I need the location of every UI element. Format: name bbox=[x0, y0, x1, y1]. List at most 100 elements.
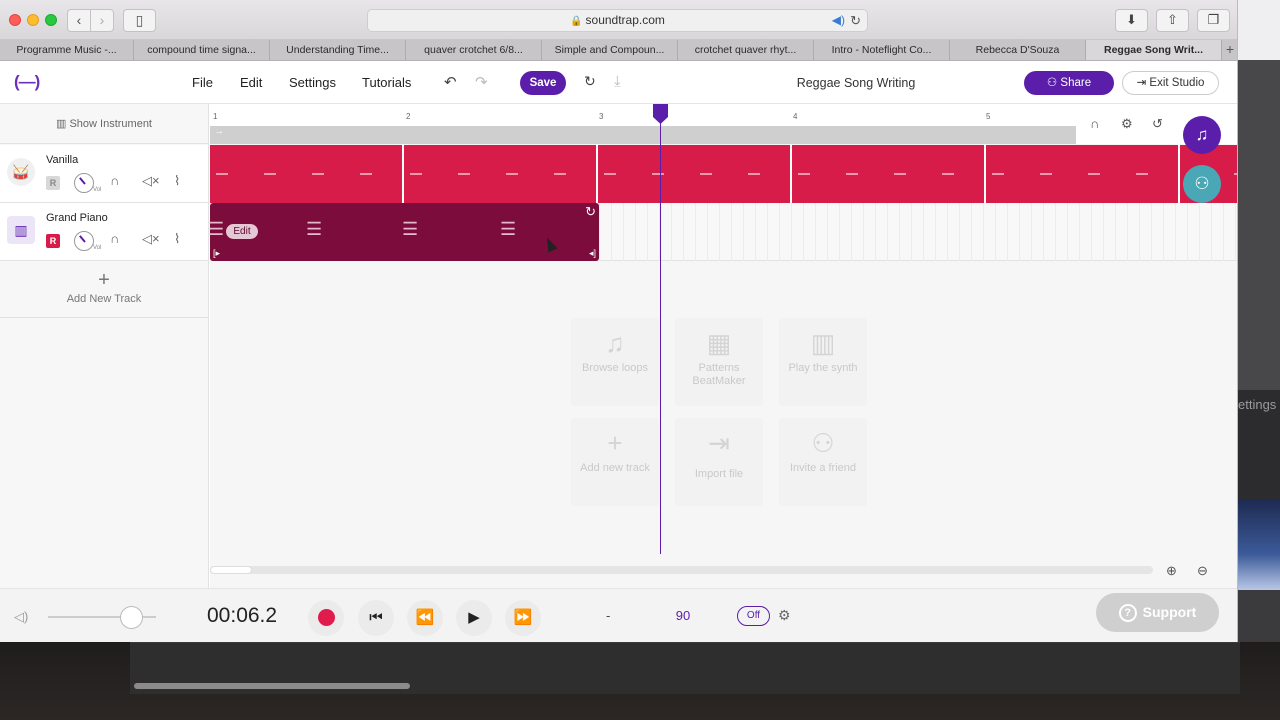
export-download-icon[interactable]: ⤓ bbox=[614, 73, 621, 90]
browser-tab[interactable]: Simple and Compoun... bbox=[542, 40, 678, 60]
track-header-vanilla[interactable]: 🥁 Vanilla R Vol ∩ ◁× ⌇ bbox=[0, 145, 208, 203]
menu-edit[interactable]: Edit bbox=[240, 75, 262, 90]
loop-toggle-icon[interactable]: ↺ bbox=[1152, 116, 1163, 132]
menu-tutorials[interactable]: Tutorials bbox=[362, 75, 411, 90]
browser-tab[interactable]: compound time signa... bbox=[134, 40, 270, 60]
revert-icon[interactable]: ↻ bbox=[584, 73, 596, 90]
fast-forward-icon: ⏩ bbox=[513, 609, 533, 626]
automation-icon[interactable]: ⌇ bbox=[174, 231, 180, 247]
browser-tab[interactable]: Understanding Time... bbox=[270, 40, 406, 60]
import-file-card[interactable]: ⇥ Import file bbox=[675, 418, 763, 506]
automation-icon[interactable]: ⌇ bbox=[174, 173, 180, 189]
tabs-overview-button[interactable]: ❐ bbox=[1197, 9, 1230, 32]
region-note-bars: ☰ bbox=[402, 219, 419, 239]
new-tab-button[interactable]: + bbox=[1222, 40, 1237, 60]
region-start-handle[interactable]: [▸ bbox=[213, 248, 220, 259]
volume-knob[interactable] bbox=[74, 173, 94, 193]
track-name[interactable]: Grand Piano bbox=[46, 212, 108, 224]
rewind-button[interactable]: ⏪ bbox=[407, 600, 443, 636]
save-button[interactable]: Save bbox=[520, 71, 566, 95]
add-new-track-button[interactable]: + Add New Track bbox=[0, 260, 208, 318]
fast-forward-button[interactable]: ⏩ bbox=[505, 600, 541, 636]
region-loop-icon[interactable]: ↻ bbox=[585, 204, 596, 220]
minimize-window-button[interactable] bbox=[27, 14, 39, 26]
browser-tab[interactable]: Reggae Song Writ... bbox=[1086, 40, 1222, 60]
waveform-dash bbox=[1040, 173, 1052, 175]
timeline-ruler[interactable]: 1 2 3 4 5 → ∩ ⚙ ↺ bbox=[210, 104, 1237, 144]
undo-icon[interactable]: ↶ bbox=[444, 73, 457, 91]
track-lane-vanilla[interactable] bbox=[210, 145, 1237, 203]
midi-region[interactable]: ☰ ☰ ☰ ☰ Edit ↻ [▸ ◂] bbox=[208, 203, 599, 261]
reload-icon[interactable]: ↻ bbox=[850, 10, 861, 31]
address-bar[interactable]: 🔒 soundtrap.com ◀) ↻ bbox=[367, 9, 868, 32]
bpm-display[interactable]: 90 bbox=[668, 608, 698, 623]
loop-region-bar[interactable]: → bbox=[210, 126, 1076, 144]
audio-region-segment[interactable] bbox=[210, 145, 404, 203]
track-header-grand-piano[interactable]: ▥ Grand Piano R Vol ∩ ◁× ⌇ bbox=[0, 203, 208, 261]
soundtrap-logo[interactable]: (—) bbox=[14, 72, 40, 92]
help-icon: ? bbox=[1118, 604, 1137, 623]
region-edit-button[interactable]: Edit bbox=[226, 224, 258, 239]
browser-tab[interactable]: Intro - Noteflight Co... bbox=[814, 40, 950, 60]
keyboard-icon: ▥ bbox=[56, 118, 70, 130]
audio-region-segment[interactable] bbox=[598, 145, 792, 203]
waveform-dash bbox=[700, 173, 712, 175]
patterns-beatmaker-card[interactable]: ▦ Patterns BeatMaker bbox=[675, 318, 763, 406]
headphones-icon[interactable]: ∩ bbox=[110, 173, 119, 188]
share-button[interactable]: ⚇ Share bbox=[1024, 71, 1114, 95]
headphones-icon[interactable]: ∩ bbox=[110, 231, 119, 246]
desktop-scrollbar[interactable] bbox=[134, 683, 410, 689]
speaker-icon[interactable]: ◀) bbox=[832, 10, 845, 31]
show-instrument-button[interactable]: ▥ Show Instrument bbox=[0, 104, 208, 144]
browser-tab[interactable]: quaver crotchet 6/8... bbox=[406, 40, 542, 60]
invite-friend-card[interactable]: ⚇ Invite a friend bbox=[779, 418, 867, 506]
mute-icon[interactable]: ◁× bbox=[142, 231, 160, 247]
menu-settings[interactable]: Settings bbox=[289, 75, 336, 90]
key-display[interactable]: - bbox=[606, 608, 610, 623]
add-new-track-card[interactable]: + Add new track bbox=[571, 418, 659, 506]
downloads-button[interactable]: ⬇ bbox=[1115, 9, 1148, 32]
close-window-button[interactable] bbox=[9, 14, 21, 26]
browser-tab[interactable]: crotchet quaver rhyt... bbox=[678, 40, 814, 60]
metronome-toggle[interactable]: Off bbox=[737, 606, 770, 626]
timeline-scrollbar[interactable] bbox=[210, 566, 1153, 574]
gear-icon[interactable]: ⚙ bbox=[1121, 116, 1133, 132]
audio-region-segment[interactable] bbox=[986, 145, 1180, 203]
scrollbar-thumb[interactable] bbox=[210, 566, 252, 574]
zoom-in-icon[interactable]: ⊕ bbox=[1166, 563, 1177, 579]
region-end-handle[interactable]: ◂] bbox=[589, 248, 596, 259]
transport-settings-icon[interactable]: ⚙ bbox=[778, 607, 791, 624]
mute-icon[interactable]: ◁× bbox=[142, 173, 160, 189]
track-name[interactable]: Vanilla bbox=[46, 154, 78, 166]
collaborators-fab[interactable]: ⚇ bbox=[1183, 165, 1221, 203]
browser-tab[interactable]: Rebecca D'Souza bbox=[950, 40, 1086, 60]
browser-tab[interactable]: Programme Music -... bbox=[0, 40, 134, 60]
sidebar-toggle-button[interactable]: ▯ bbox=[123, 9, 156, 32]
magnet-icon[interactable]: ∩ bbox=[1090, 116, 1099, 131]
volume-knob[interactable] bbox=[74, 231, 94, 251]
exit-studio-button[interactable]: ⇥ Exit Studio bbox=[1122, 71, 1219, 95]
forward-button[interactable]: › bbox=[90, 9, 114, 32]
audio-region-segment[interactable] bbox=[404, 145, 598, 203]
redo-icon[interactable]: ↷ bbox=[475, 73, 488, 91]
play-synth-card[interactable]: ▥ Play the synth bbox=[779, 318, 867, 406]
audio-region-segment[interactable] bbox=[792, 145, 986, 203]
empty-grid[interactable] bbox=[599, 203, 1237, 261]
record-arm-button[interactable]: R bbox=[46, 176, 60, 190]
back-button[interactable]: ‹ bbox=[67, 9, 91, 32]
menu-file[interactable]: File bbox=[192, 75, 213, 90]
record-arm-button[interactable]: R bbox=[46, 234, 60, 248]
support-button[interactable]: ? Support bbox=[1096, 593, 1219, 632]
play-button[interactable]: ▶ bbox=[456, 600, 492, 636]
master-volume-icon[interactable]: ◁) bbox=[14, 609, 28, 625]
music-note-fab[interactable]: ♫ bbox=[1183, 116, 1221, 154]
skip-to-start-button[interactable]: ⏮ bbox=[358, 600, 394, 636]
empty-state-actions: ♫ Browse loops ▦ Patterns BeatMaker ▥ Play th… bbox=[571, 318, 875, 506]
zoom-window-button[interactable] bbox=[45, 14, 57, 26]
track-lane-grand-piano[interactable]: ☰ ☰ ☰ ☰ Edit ↻ [▸ ◂] bbox=[208, 203, 1237, 261]
zoom-out-icon[interactable]: ⊖ bbox=[1197, 563, 1208, 579]
master-volume-thumb[interactable] bbox=[120, 606, 143, 629]
share-page-button[interactable]: ⇧ bbox=[1156, 9, 1189, 32]
project-title[interactable]: Reggae Song Writing bbox=[780, 76, 932, 90]
browse-loops-card[interactable]: ♫ Browse loops bbox=[571, 318, 659, 406]
